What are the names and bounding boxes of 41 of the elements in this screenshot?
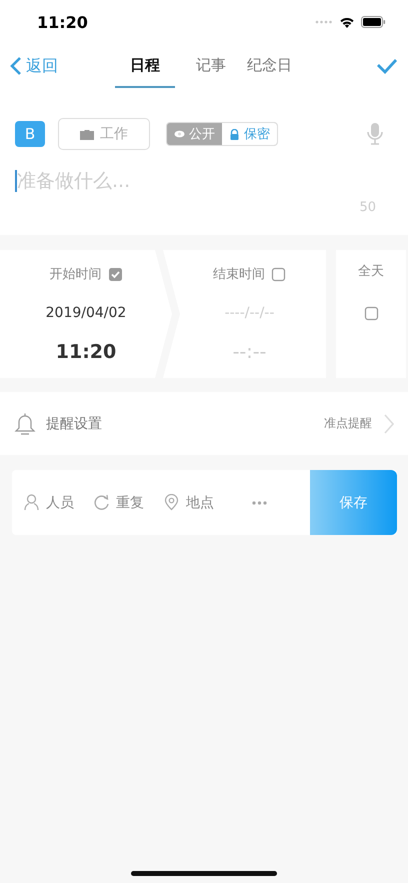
- tab[interactable]: 纪念日: [247, 44, 292, 88]
- eye-icon: [174, 130, 185, 138]
- time-value: 11:20: [56, 341, 116, 363]
- time-card[interactable]: 结束时间 ----/--/-- --:--: [163, 250, 326, 378]
- clock-time: 11:20: [37, 12, 88, 32]
- date-value: ----/--/--: [224, 305, 274, 323]
- tab[interactable]: 记事: [191, 44, 231, 88]
- time-card[interactable]: 开始时间 2019/04/02 11:20: [0, 250, 172, 378]
- battery-icon: [361, 16, 386, 28]
- signal-icon: [315, 20, 333, 24]
- wifi-icon: [339, 16, 355, 28]
- back-chevron-icon: [10, 56, 22, 76]
- time-label: 开始时间: [50, 266, 102, 283]
- privacy-option[interactable]: 保密: [222, 123, 277, 145]
- save-button[interactable]: 保存: [310, 470, 397, 535]
- bell-icon: [14, 412, 36, 436]
- person-icon: [24, 494, 39, 511]
- refresh-icon: [94, 494, 109, 511]
- time-label: 结束时间: [213, 266, 265, 283]
- checkbox[interactable]: [271, 266, 286, 282]
- location-pin-icon: [164, 494, 179, 511]
- more-icon[interactable]: [252, 500, 267, 504]
- category-button[interactable]: 工作: [58, 118, 150, 150]
- checkbox[interactable]: [108, 266, 122, 282]
- back-button[interactable]: 返回: [10, 56, 58, 76]
- lock-icon: [229, 128, 240, 140]
- repeat-button[interactable]: 重复: [94, 494, 144, 512]
- briefcase-icon: [80, 128, 94, 140]
- date-value: 2019/04/02: [46, 305, 126, 323]
- people-button[interactable]: 人员: [24, 494, 74, 512]
- location-button[interactable]: 地点: [164, 494, 214, 512]
- privacy-option[interactable]: 公开: [167, 123, 222, 145]
- time-value: --:--: [232, 341, 266, 363]
- bold-badge[interactable]: B: [15, 121, 45, 147]
- checkbox[interactable]: [364, 306, 378, 321]
- confirm-check-icon[interactable]: [376, 58, 398, 74]
- reminder-label: 提醒设置: [46, 414, 102, 432]
- text-cursor: [15, 170, 17, 192]
- reminder-value[interactable]: 准点提醒: [324, 415, 372, 432]
- microphone-icon[interactable]: [367, 123, 383, 145]
- all-day-label: 全天: [358, 263, 384, 280]
